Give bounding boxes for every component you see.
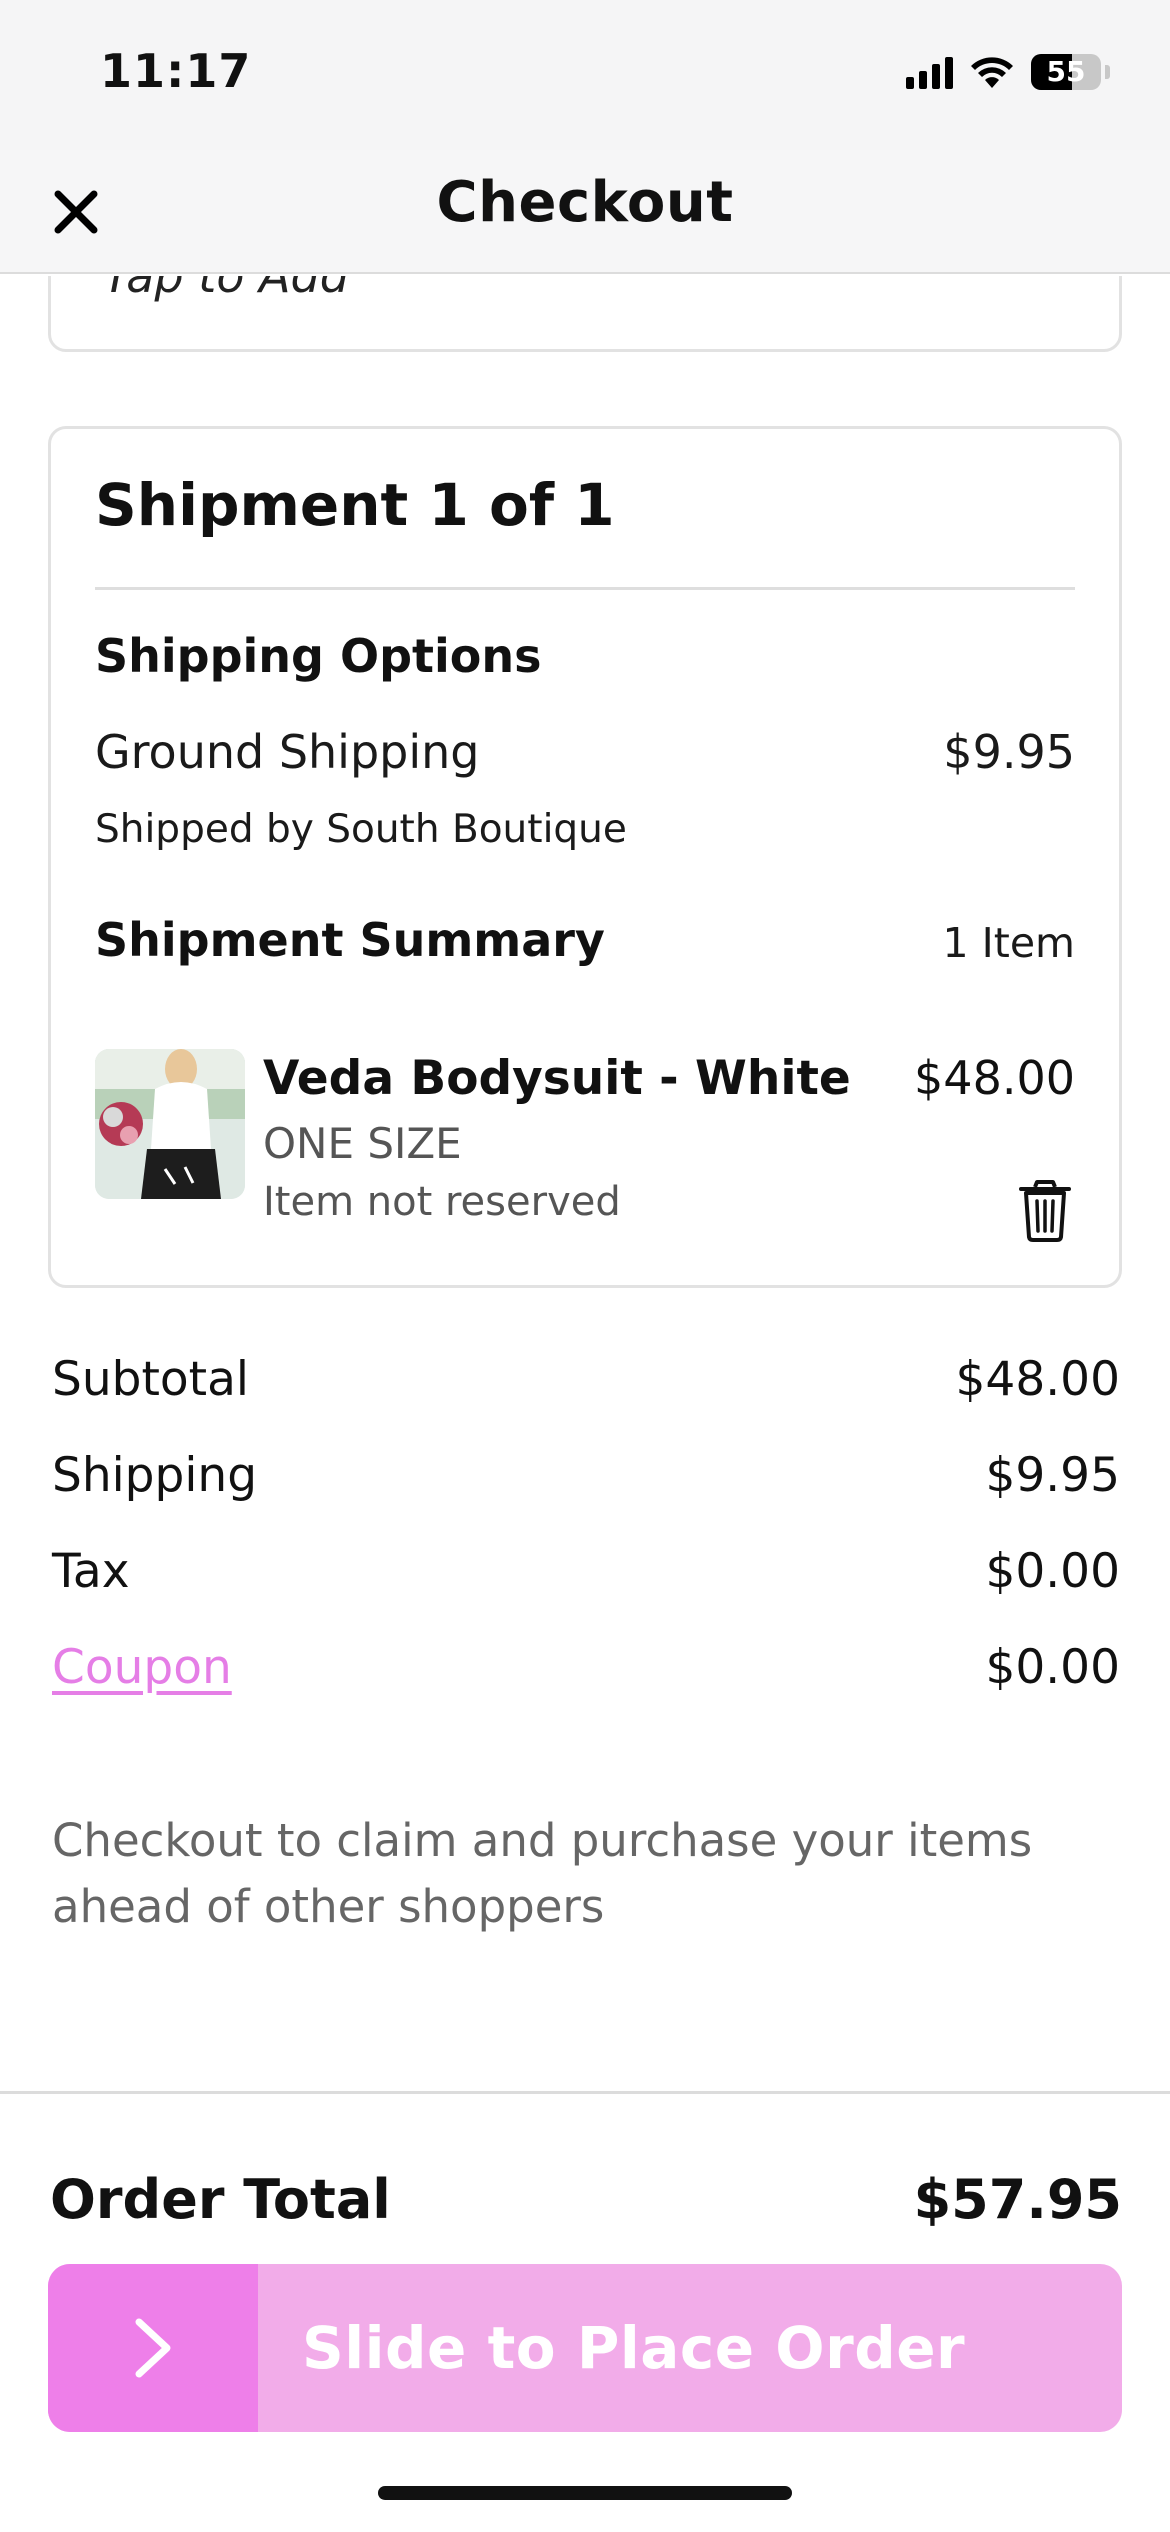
order-total-value: $57.95 [913, 2168, 1122, 2231]
trash-icon [1019, 1180, 1071, 1242]
signal-icon [906, 55, 953, 89]
checkout-note: Checkout to claim and purchase your item… [52, 1814, 1033, 1933]
slider-handle[interactable] [48, 2264, 258, 2432]
status-bar: 11:17 55 [0, 0, 1170, 150]
shipping-row: Shipping $9.95 [52, 1448, 1120, 1508]
product-name[interactable]: Veda Bodysuit - White [263, 1051, 851, 1106]
shipping-options-title: Shipping Options [95, 629, 542, 683]
checkout-content[interactable]: Tap to Add Shipment 1 of 1 Shipping Opti… [0, 276, 1170, 2091]
shipment-card: Shipment 1 of 1 Shipping Options Ground … [48, 426, 1122, 1288]
reservation-status: Item not reserved [263, 1179, 621, 1225]
place-order-slider[interactable]: Slide to Place Order [48, 2264, 1122, 2432]
shipped-by: Shipped by South Boutique [95, 807, 627, 852]
shipping-option-name[interactable]: Ground Shipping [95, 725, 480, 779]
delete-item-button[interactable] [1017, 1179, 1073, 1243]
subtotal-label: Subtotal [52, 1352, 249, 1407]
coupon-value: $0.00 [985, 1640, 1120, 1695]
slider-label: Slide to Place Order [302, 2314, 966, 2382]
shipment-summary-title: Shipment Summary [95, 913, 605, 967]
shipping-option-price: $9.95 [943, 725, 1075, 779]
shipping-label: Shipping [52, 1448, 258, 1503]
tax-label: Tax [52, 1544, 130, 1599]
product-price: $48.00 [914, 1051, 1075, 1105]
wifi-icon [971, 57, 1013, 88]
coupon-link[interactable]: Coupon [52, 1640, 232, 1695]
header: Checkout [0, 150, 1170, 274]
battery-icon: 55 [1031, 54, 1101, 90]
order-total-label: Order Total [50, 2168, 391, 2231]
shipping-value: $9.95 [985, 1448, 1120, 1503]
home-indicator[interactable] [378, 2486, 792, 2500]
subtotal-row: Subtotal $48.00 [52, 1352, 1120, 1412]
tax-value: $0.00 [985, 1544, 1120, 1599]
item-count: 1 Item [942, 919, 1075, 967]
chevron-right-icon [135, 2318, 171, 2378]
battery-cap [1105, 65, 1110, 79]
subtotal-value: $48.00 [955, 1352, 1120, 1407]
product-image[interactable] [95, 1049, 245, 1199]
product-size: ONE SIZE [263, 1119, 462, 1168]
page-title: Checkout [436, 170, 734, 235]
order-footer: Order Total $57.95 Slide to Place Order [0, 2091, 1170, 2532]
coupon-row: Coupon $0.00 [52, 1640, 1120, 1700]
gift-note-label[interactable]: Tap to Add [103, 276, 349, 303]
shipment-title: Shipment 1 of 1 [95, 471, 615, 539]
status-time: 11:17 [100, 44, 252, 98]
gift-note-card[interactable]: Tap to Add [48, 276, 1122, 352]
battery-level: 55 [1046, 55, 1086, 88]
tax-row: Tax $0.00 [52, 1544, 1120, 1604]
divider [95, 587, 1075, 590]
status-icons: 55 [906, 50, 1110, 94]
